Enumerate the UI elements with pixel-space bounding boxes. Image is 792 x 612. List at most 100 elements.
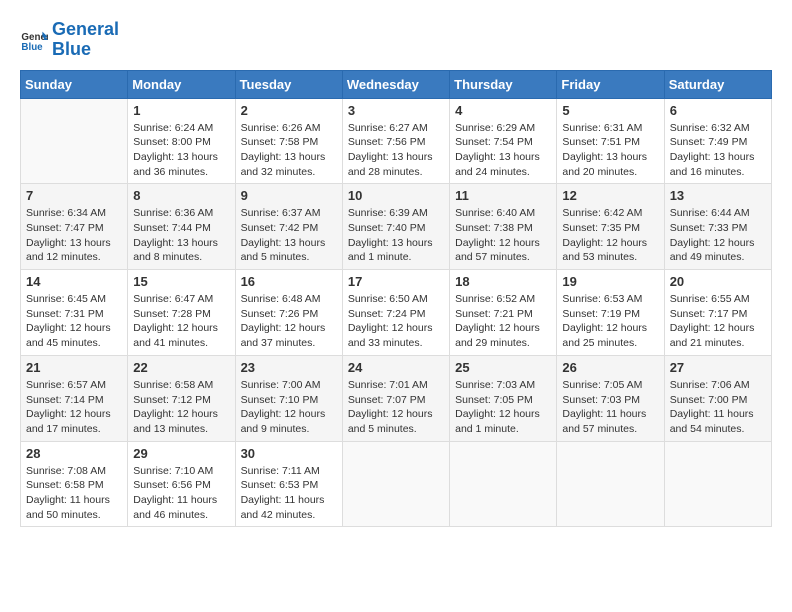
- calendar-cell: 27 Sunrise: 7:06 AM Sunset: 7:00 PM Dayli…: [664, 355, 771, 441]
- calendar-cell: 11Sunrise: 6:40 AM Sunset: 7:38 PM Dayli…: [450, 184, 557, 270]
- day-number: 8: [133, 188, 229, 203]
- calendar-cell: [557, 441, 664, 527]
- day-number: 13: [670, 188, 766, 203]
- calendar-cell: 25 Sunrise: 7:03 AM Sunset: 7:05 PM Dayli…: [450, 355, 557, 441]
- weekday-header-tuesday: Tuesday: [235, 70, 342, 98]
- calendar-cell: 19 Sunrise: 6:53 AM Sunset: 7:19 PM Dayli…: [557, 270, 664, 356]
- day-number: 25: [455, 360, 551, 375]
- day-number: 3: [348, 103, 444, 118]
- day-number: 28: [26, 446, 122, 461]
- svg-text:Blue: Blue: [21, 42, 43, 53]
- day-info: Sunrise: 6:50 AM Sunset: 7:24 PM Dayligh…: [348, 292, 444, 351]
- day-number: 19: [562, 274, 658, 289]
- day-info: Sunrise: 6:24 AM Sunset: 8:00 PM Dayligh…: [133, 121, 229, 180]
- day-info: Sunrise: 6:55 AM Sunset: 7:17 PM Dayligh…: [670, 292, 766, 351]
- calendar-week-row: 14 Sunrise: 6:45 AM Sunset: 7:31 PM Dayli…: [21, 270, 772, 356]
- calendar-cell: 20 Sunrise: 6:55 AM Sunset: 7:17 PM Dayli…: [664, 270, 771, 356]
- day-info: Sunrise: 7:03 AM Sunset: 7:05 PM Dayligh…: [455, 378, 551, 437]
- day-info: Sunrise: 6:44 AM Sunset: 7:33 PM Dayligh…: [670, 206, 766, 265]
- weekday-header-wednesday: Wednesday: [342, 70, 449, 98]
- day-info: Sunrise: 6:53 AM Sunset: 7:19 PM Dayligh…: [562, 292, 658, 351]
- day-number: 9: [241, 188, 337, 203]
- calendar-cell: 24Sunrise: 7:01 AM Sunset: 7:07 PM Dayli…: [342, 355, 449, 441]
- day-number: 10: [348, 188, 444, 203]
- day-number: 21: [26, 360, 122, 375]
- calendar-cell: 6 Sunrise: 6:32 AM Sunset: 7:49 PM Daylig…: [664, 98, 771, 184]
- logo-icon: General Blue: [20, 26, 48, 54]
- calendar-cell: 14 Sunrise: 6:45 AM Sunset: 7:31 PM Dayli…: [21, 270, 128, 356]
- day-number: 18: [455, 274, 551, 289]
- day-info: Sunrise: 7:11 AM Sunset: 6:53 PM Dayligh…: [241, 464, 337, 523]
- day-number: 15: [133, 274, 229, 289]
- calendar-table: SundayMondayTuesdayWednesdayThursdayFrid…: [20, 70, 772, 528]
- calendar-week-row: 1 Sunrise: 6:24 AM Sunset: 8:00 PM Daylig…: [21, 98, 772, 184]
- calendar-cell: 17 Sunrise: 6:50 AM Sunset: 7:24 PM Dayli…: [342, 270, 449, 356]
- calendar-week-row: 28 Sunrise: 7:08 AM Sunset: 6:58 PM Dayli…: [21, 441, 772, 527]
- calendar-cell: 22 Sunrise: 6:58 AM Sunset: 7:12 PM Dayli…: [128, 355, 235, 441]
- calendar-cell: [450, 441, 557, 527]
- day-info: Sunrise: 7:06 AM Sunset: 7:00 PM Dayligh…: [670, 378, 766, 437]
- day-number: 14: [26, 274, 122, 289]
- calendar-cell: 13 Sunrise: 6:44 AM Sunset: 7:33 PM Dayli…: [664, 184, 771, 270]
- calendar-cell: 28 Sunrise: 7:08 AM Sunset: 6:58 PM Dayli…: [21, 441, 128, 527]
- logo-text-line1: General: [52, 20, 119, 40]
- logo: General Blue General Blue: [20, 20, 119, 60]
- calendar-cell: 7Sunrise: 6:34 AM Sunset: 7:47 PM Daylig…: [21, 184, 128, 270]
- day-info: Sunrise: 6:34 AM Sunset: 7:47 PM Dayligh…: [26, 206, 122, 265]
- day-info: Sunrise: 7:08 AM Sunset: 6:58 PM Dayligh…: [26, 464, 122, 523]
- logo-text-line2: Blue: [52, 40, 119, 60]
- calendar-week-row: 7Sunrise: 6:34 AM Sunset: 7:47 PM Daylig…: [21, 184, 772, 270]
- weekday-header-thursday: Thursday: [450, 70, 557, 98]
- day-info: Sunrise: 6:31 AM Sunset: 7:51 PM Dayligh…: [562, 121, 658, 180]
- calendar-cell: [664, 441, 771, 527]
- day-number: 20: [670, 274, 766, 289]
- calendar-cell: 30 Sunrise: 7:11 AM Sunset: 6:53 PM Dayli…: [235, 441, 342, 527]
- day-info: Sunrise: 6:48 AM Sunset: 7:26 PM Dayligh…: [241, 292, 337, 351]
- day-info: Sunrise: 6:37 AM Sunset: 7:42 PM Dayligh…: [241, 206, 337, 265]
- day-info: Sunrise: 6:29 AM Sunset: 7:54 PM Dayligh…: [455, 121, 551, 180]
- day-number: 1: [133, 103, 229, 118]
- day-info: Sunrise: 6:58 AM Sunset: 7:12 PM Dayligh…: [133, 378, 229, 437]
- calendar-cell: [342, 441, 449, 527]
- day-number: 22: [133, 360, 229, 375]
- calendar-cell: 26Sunrise: 7:05 AM Sunset: 7:03 PM Dayli…: [557, 355, 664, 441]
- day-info: Sunrise: 6:26 AM Sunset: 7:58 PM Dayligh…: [241, 121, 337, 180]
- day-number: 23: [241, 360, 337, 375]
- calendar-cell: 9 Sunrise: 6:37 AM Sunset: 7:42 PM Daylig…: [235, 184, 342, 270]
- day-number: 12: [562, 188, 658, 203]
- day-info: Sunrise: 6:47 AM Sunset: 7:28 PM Dayligh…: [133, 292, 229, 351]
- page-header: General Blue General Blue: [20, 20, 772, 60]
- day-number: 26: [562, 360, 658, 375]
- day-number: 17: [348, 274, 444, 289]
- day-number: 27: [670, 360, 766, 375]
- day-info: Sunrise: 6:52 AM Sunset: 7:21 PM Dayligh…: [455, 292, 551, 351]
- day-info: Sunrise: 6:42 AM Sunset: 7:35 PM Dayligh…: [562, 206, 658, 265]
- weekday-header-monday: Monday: [128, 70, 235, 98]
- calendar-cell: 3 Sunrise: 6:27 AM Sunset: 7:56 PM Daylig…: [342, 98, 449, 184]
- calendar-cell: 2 Sunrise: 6:26 AM Sunset: 7:58 PM Daylig…: [235, 98, 342, 184]
- day-number: 24: [348, 360, 444, 375]
- day-number: 16: [241, 274, 337, 289]
- weekday-header-friday: Friday: [557, 70, 664, 98]
- day-number: 6: [670, 103, 766, 118]
- day-info: Sunrise: 6:27 AM Sunset: 7:56 PM Dayligh…: [348, 121, 444, 180]
- calendar-cell: 21Sunrise: 6:57 AM Sunset: 7:14 PM Dayli…: [21, 355, 128, 441]
- day-number: 2: [241, 103, 337, 118]
- day-info: Sunrise: 6:39 AM Sunset: 7:40 PM Dayligh…: [348, 206, 444, 265]
- day-info: Sunrise: 7:00 AM Sunset: 7:10 PM Dayligh…: [241, 378, 337, 437]
- day-number: 4: [455, 103, 551, 118]
- weekday-header-saturday: Saturday: [664, 70, 771, 98]
- calendar-cell: 5 Sunrise: 6:31 AM Sunset: 7:51 PM Daylig…: [557, 98, 664, 184]
- calendar-cell: 18 Sunrise: 6:52 AM Sunset: 7:21 PM Dayli…: [450, 270, 557, 356]
- day-info: Sunrise: 6:45 AM Sunset: 7:31 PM Dayligh…: [26, 292, 122, 351]
- calendar-week-row: 21Sunrise: 6:57 AM Sunset: 7:14 PM Dayli…: [21, 355, 772, 441]
- day-number: 30: [241, 446, 337, 461]
- day-info: Sunrise: 6:32 AM Sunset: 7:49 PM Dayligh…: [670, 121, 766, 180]
- calendar-cell: 15 Sunrise: 6:47 AM Sunset: 7:28 PM Dayli…: [128, 270, 235, 356]
- weekday-header-sunday: Sunday: [21, 70, 128, 98]
- day-number: 5: [562, 103, 658, 118]
- calendar-cell: 4 Sunrise: 6:29 AM Sunset: 7:54 PM Daylig…: [450, 98, 557, 184]
- day-info: Sunrise: 7:10 AM Sunset: 6:56 PM Dayligh…: [133, 464, 229, 523]
- day-info: Sunrise: 6:36 AM Sunset: 7:44 PM Dayligh…: [133, 206, 229, 265]
- calendar-cell: 23 Sunrise: 7:00 AM Sunset: 7:10 PM Dayli…: [235, 355, 342, 441]
